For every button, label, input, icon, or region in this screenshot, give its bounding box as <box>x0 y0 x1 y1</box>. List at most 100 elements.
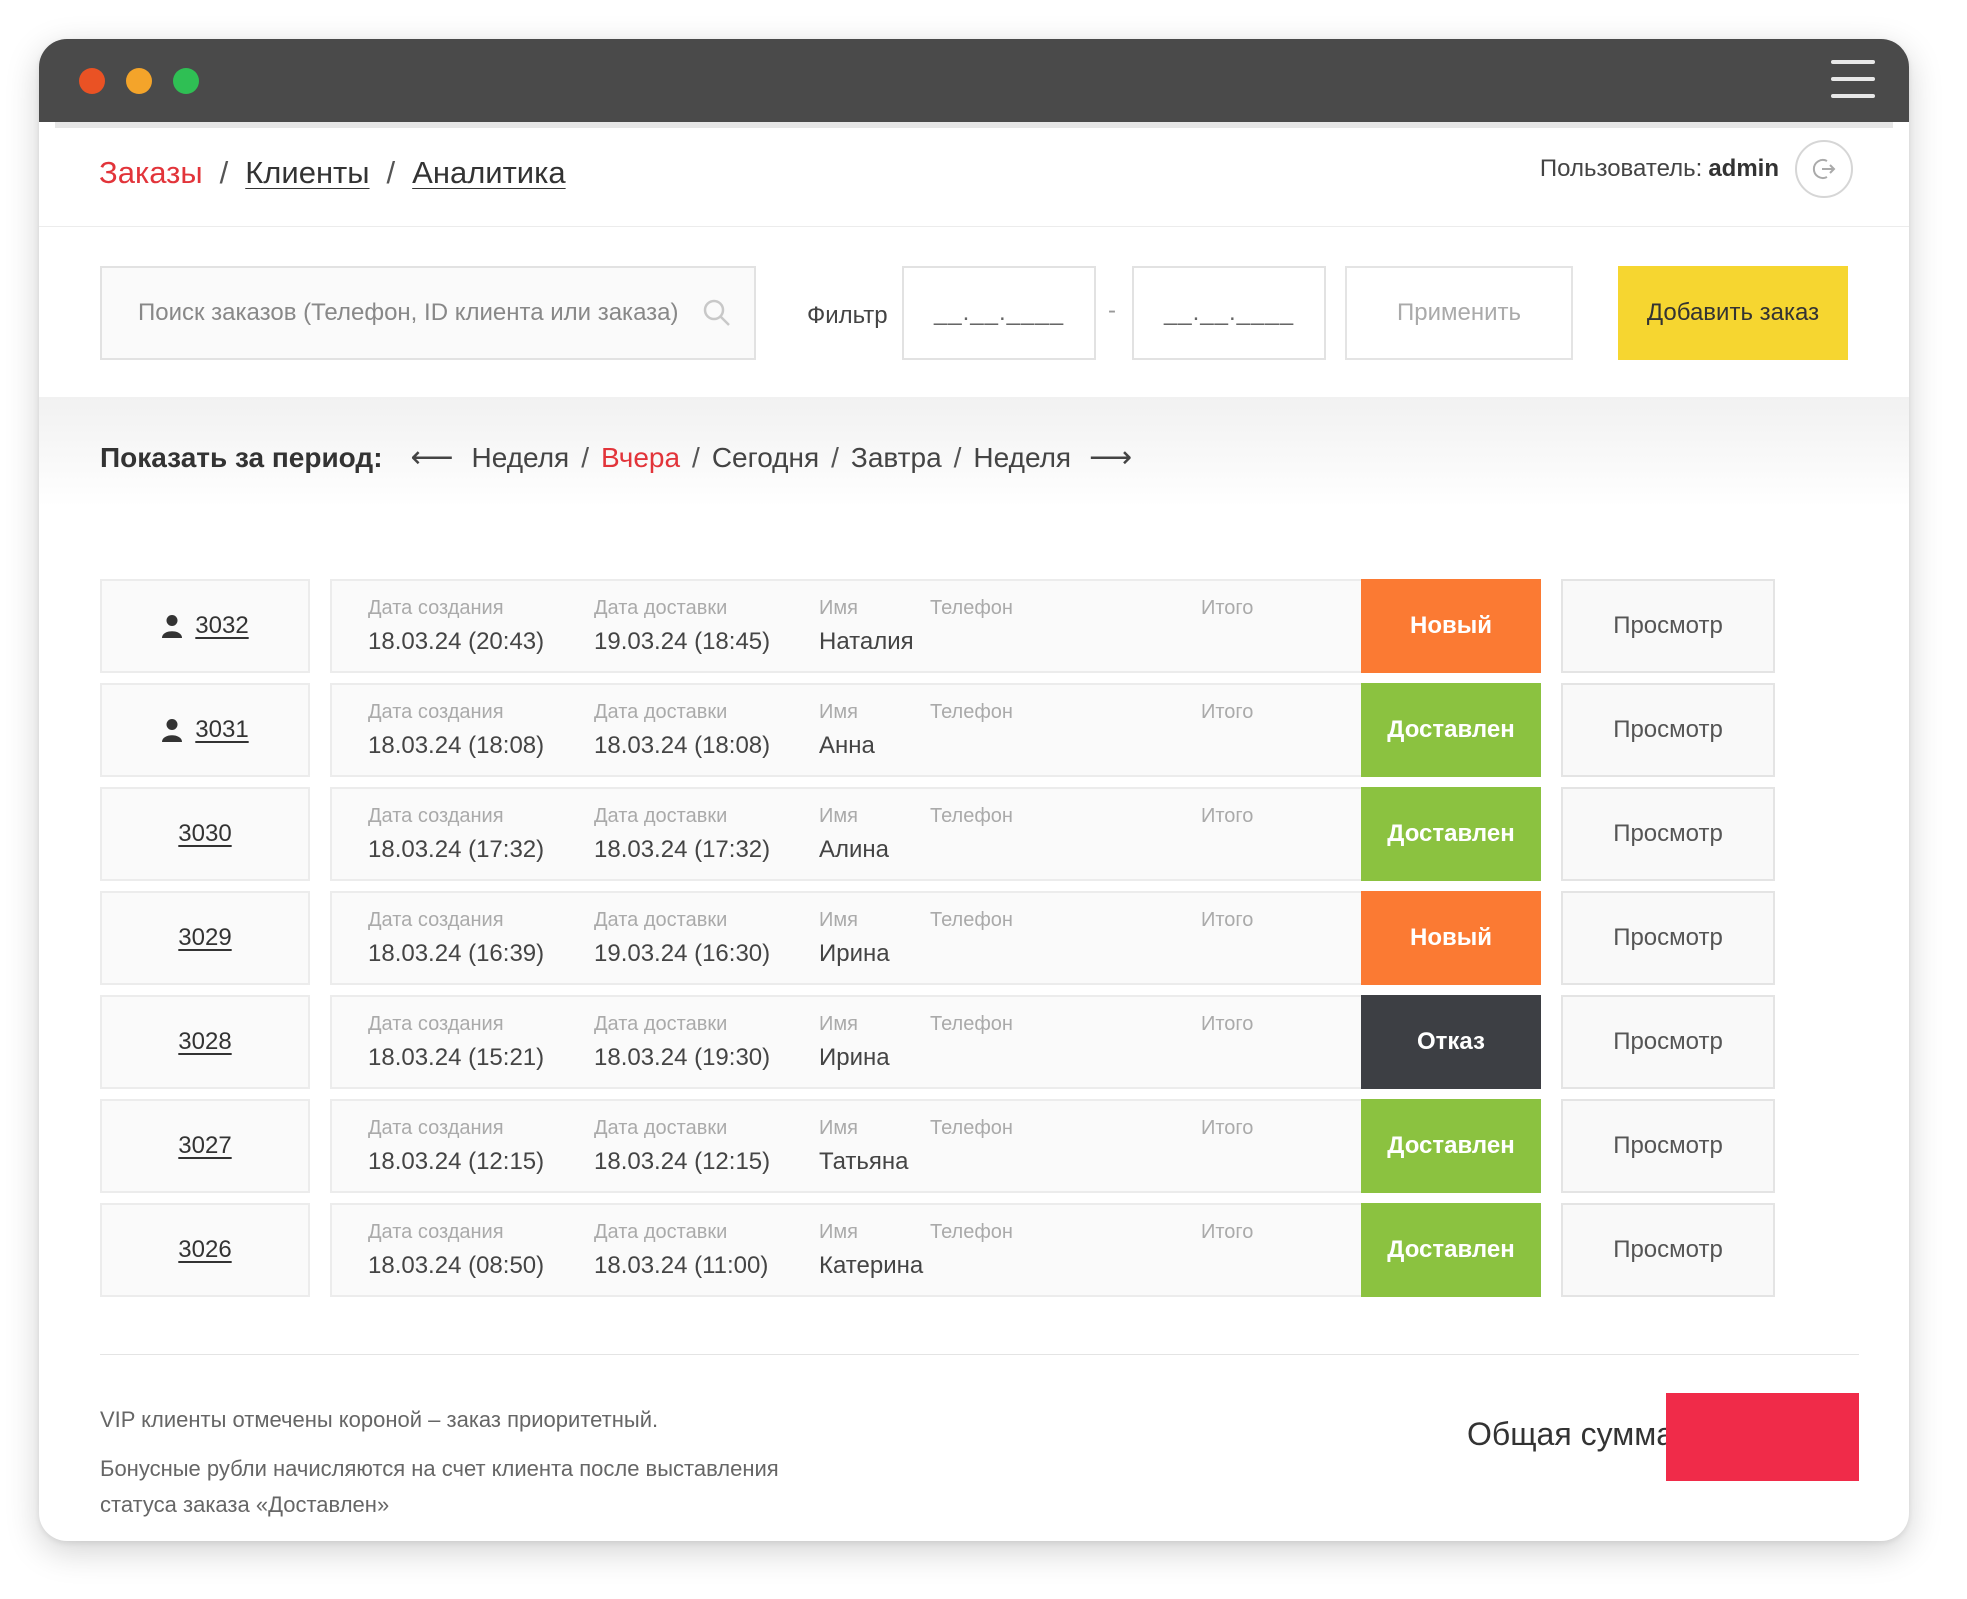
order-row: 3028 Дата создания 18.03.24 (15:21) Дата до… <box>100 995 1820 1089</box>
maximize-window-button[interactable] <box>173 68 199 94</box>
name-column: Имя Алина <box>819 805 889 864</box>
name-value: Татьяна <box>819 1148 909 1175</box>
delivery-label: Дата доставки <box>594 909 728 931</box>
minimize-window-button[interactable] <box>126 68 152 94</box>
order-id-link[interactable]: 3032 <box>195 612 248 640</box>
total-column: Итого <box>1201 1221 1253 1252</box>
period-prev-week[interactable]: Неделя <box>472 442 570 474</box>
view-order-button[interactable]: Просмотр <box>1561 995 1775 1089</box>
period-separator: / <box>581 441 589 473</box>
date-from-field[interactable]: __.__.____ <box>902 266 1096 360</box>
phone-label: Телефон <box>930 597 1013 619</box>
delivery-label: Дата доставки <box>594 1013 728 1035</box>
apply-filter-button[interactable]: Применить <box>1345 266 1573 360</box>
view-order-button[interactable]: Просмотр <box>1561 891 1775 985</box>
view-order-button[interactable]: Просмотр <box>1561 787 1775 881</box>
order-row: 3032 Дата создания 18.03.24 (20:43) Дата до… <box>100 579 1820 673</box>
nav-analytics[interactable]: Аналитика <box>412 155 565 191</box>
name-label: Имя <box>819 701 858 723</box>
vip-note: VIP клиенты отмечены короной – заказ при… <box>100 1407 659 1432</box>
created-label: Дата создания <box>368 1013 504 1035</box>
view-order-button[interactable]: Просмотр <box>1561 683 1775 777</box>
phone-column: Телефон <box>930 1221 1013 1252</box>
period-today[interactable]: Сегодня <box>712 442 819 474</box>
order-row: 3027 Дата создания 18.03.24 (12:15) Дата до… <box>100 1099 1820 1193</box>
view-order-button[interactable]: Просмотр <box>1561 1203 1775 1297</box>
name-value: Катерина <box>819 1252 924 1279</box>
phone-label: Телефон <box>930 701 1013 723</box>
period-yesterday[interactable]: Вчера <box>601 442 680 474</box>
total-column: Итого <box>1201 805 1253 836</box>
order-id-link[interactable]: 3030 <box>178 820 231 848</box>
created-value: 18.03.24 (12:15) <box>368 1148 545 1175</box>
nav-orders[interactable]: Заказы <box>99 155 203 191</box>
name-value: Наталия <box>819 628 914 655</box>
vip-user-icon <box>162 615 183 638</box>
total-col-label: Итого <box>1201 805 1254 827</box>
order-id-link[interactable]: 3029 <box>178 924 231 952</box>
created-column: Дата создания 18.03.24 (12:15) <box>368 1117 544 1176</box>
created-label: Дата создания <box>368 909 504 931</box>
delivery-column: Дата доставки 19.03.24 (18:45) <box>594 597 770 656</box>
app-window: Заказы / Клиенты / Аналитика Пользовател… <box>39 39 1909 1541</box>
search-icon[interactable] <box>702 298 732 328</box>
phone-column: Телефон <box>930 701 1013 732</box>
arrow-left-icon[interactable]: ⟵ <box>411 440 454 475</box>
phone-label: Телефон <box>930 909 1013 931</box>
order-id-cell: 3030 <box>100 787 310 881</box>
delivery-value: 18.03.24 (18:08) <box>594 732 771 759</box>
created-value: 18.03.24 (16:39) <box>368 940 545 967</box>
phone-column: Телефон <box>930 597 1013 628</box>
order-info: Дата создания 18.03.24 (08:50) Дата достав… <box>330 1203 1361 1297</box>
view-order-button[interactable]: Просмотр <box>1561 579 1775 673</box>
name-label: Имя <box>819 805 858 827</box>
order-info: Дата создания 18.03.24 (15:21) Дата достав… <box>330 995 1361 1089</box>
created-label: Дата создания <box>368 701 504 723</box>
arrow-right-icon[interactable]: ⟶ <box>1089 440 1132 475</box>
delivery-value: 18.03.24 (11:00) <box>594 1252 769 1279</box>
order-id-link[interactable]: 3031 <box>195 716 248 744</box>
phone-column: Телефон <box>930 805 1013 836</box>
period-tomorrow[interactable]: Завтра <box>851 442 942 474</box>
order-id-link[interactable]: 3026 <box>178 1236 231 1264</box>
nav-clients[interactable]: Клиенты <box>245 155 369 191</box>
breadcrumb: Заказы / Клиенты / Аналитика <box>99 155 566 191</box>
phone-label: Телефон <box>930 1221 1013 1243</box>
view-order-button[interactable]: Просмотр <box>1561 1099 1775 1193</box>
user-name: admin <box>1708 155 1779 182</box>
name-column: Имя Анна <box>819 701 875 760</box>
name-value: Ирина <box>819 1044 890 1071</box>
menu-icon[interactable] <box>1831 60 1875 98</box>
footer-divider <box>100 1354 1859 1355</box>
name-column: Имя Наталия <box>819 597 914 656</box>
phone-column: Телефон <box>930 1117 1013 1148</box>
created-column: Дата создания 18.03.24 (16:39) <box>368 909 544 968</box>
created-label: Дата создания <box>368 597 504 619</box>
period-label: Показать за период: <box>100 441 383 473</box>
order-id-link[interactable]: 3028 <box>178 1028 231 1056</box>
order-row: 3031 Дата создания 18.03.24 (18:08) Дата до… <box>100 683 1820 777</box>
date-to-field[interactable]: __.__.____ <box>1132 266 1326 360</box>
total-column: Итого <box>1201 909 1253 940</box>
delivery-column: Дата доставки 18.03.24 (17:32) <box>594 805 770 864</box>
delivery-column: Дата доставки 19.03.24 (16:30) <box>594 909 770 968</box>
order-id-cell: 3028 <box>100 995 310 1089</box>
delivery-value: 19.03.24 (16:30) <box>594 940 771 967</box>
name-column: Имя Катерина <box>819 1221 923 1280</box>
add-order-button[interactable]: Добавить заказ <box>1618 266 1848 360</box>
search-input[interactable] <box>102 268 754 358</box>
order-info: Дата создания 18.03.24 (20:43) Дата достав… <box>330 579 1361 673</box>
delivery-value: 18.03.24 (12:15) <box>594 1148 771 1175</box>
close-window-button[interactable] <box>79 68 105 94</box>
total-col-label: Итого <box>1201 701 1254 723</box>
delivery-column: Дата доставки 18.03.24 (19:30) <box>594 1013 770 1072</box>
order-id-cell: 3026 <box>100 1203 310 1297</box>
logout-button[interactable] <box>1795 140 1853 198</box>
title-bar-shadow <box>55 122 1893 128</box>
period-next-week[interactable]: Неделя <box>973 442 1071 474</box>
title-bar <box>39 39 1909 122</box>
total-col-label: Итого <box>1201 1221 1254 1243</box>
delivery-label: Дата доставки <box>594 1221 728 1243</box>
vip-user-icon <box>162 719 183 742</box>
order-id-link[interactable]: 3027 <box>178 1132 231 1160</box>
